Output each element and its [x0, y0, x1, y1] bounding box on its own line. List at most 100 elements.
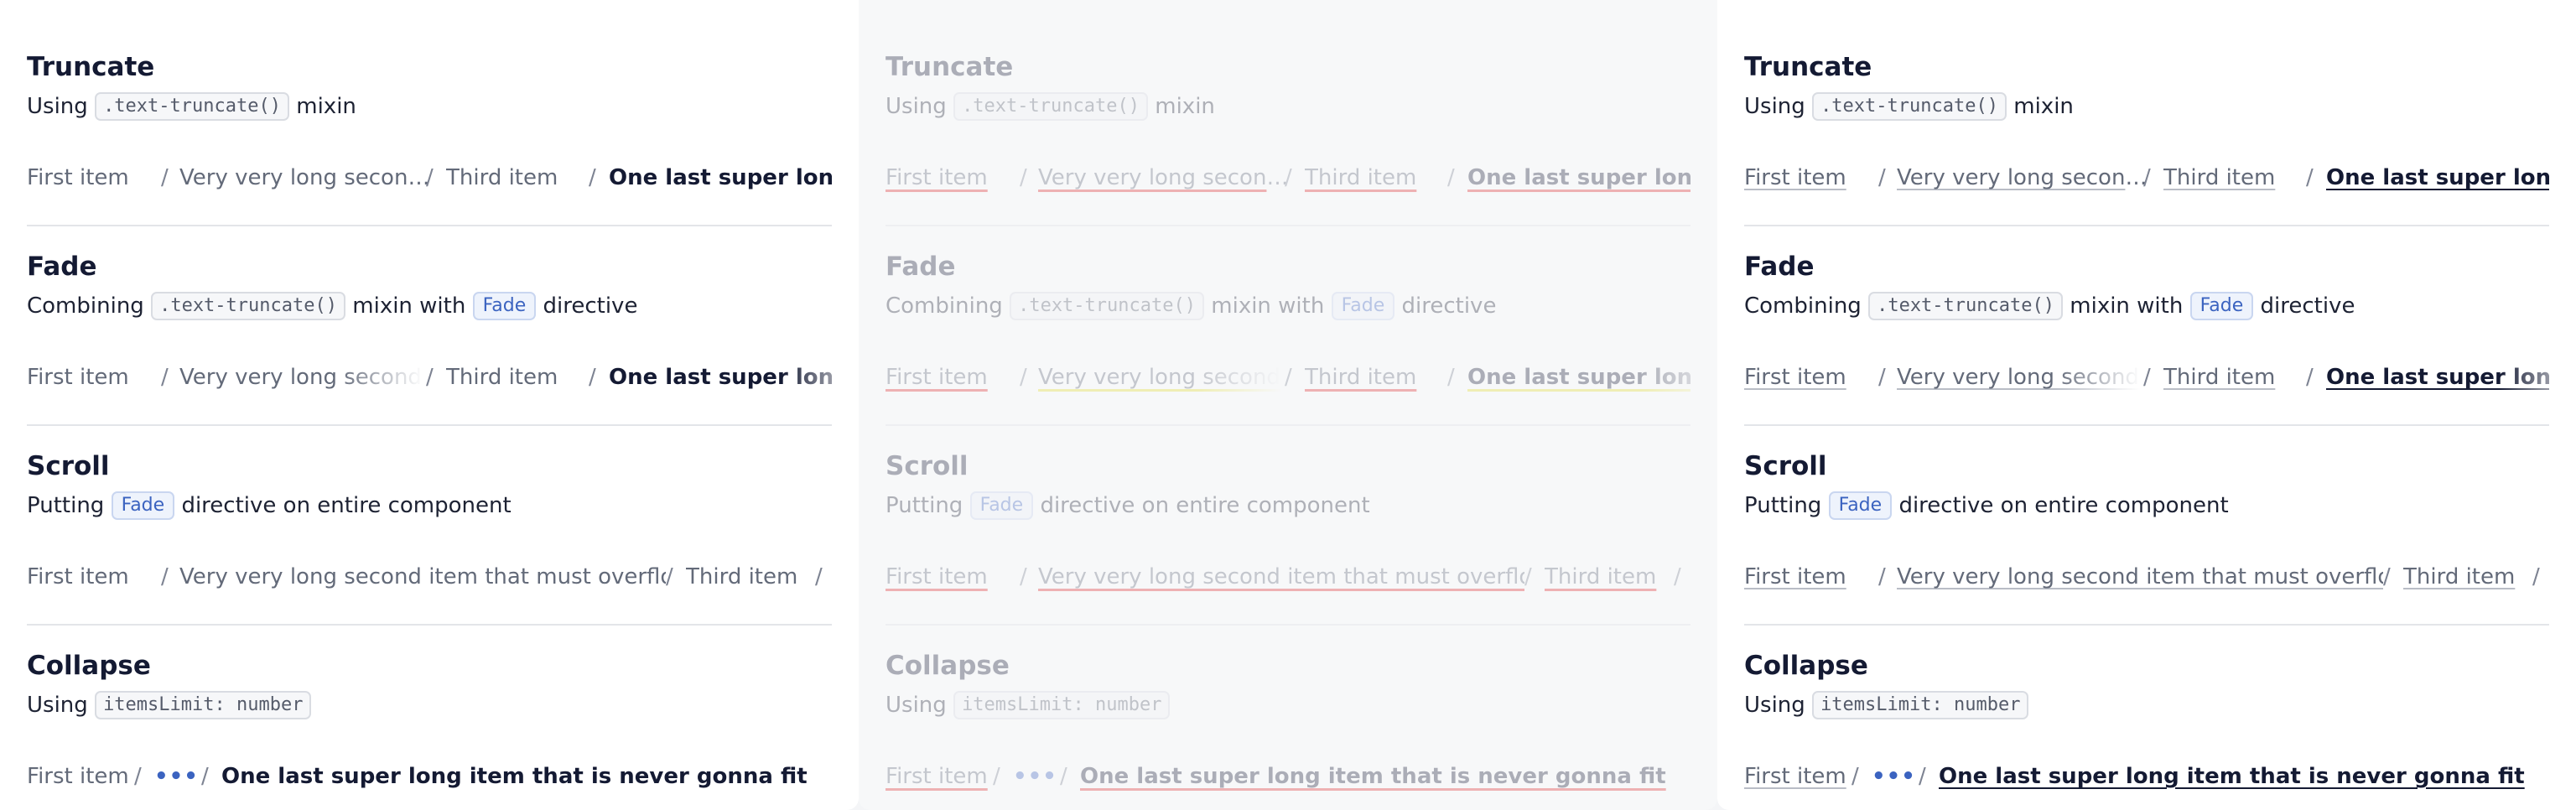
divider [1744, 225, 2549, 226]
breadcrumb-separator: / [2306, 165, 2314, 190]
breadcrumb-item-current[interactable]: One last super long item that is never g… [1467, 161, 1690, 195]
breadcrumb-separator: / [2383, 564, 2391, 589]
breadcrumb: First item /Very very long second item th… [1744, 560, 2549, 594]
breadcrumb-item-current[interactable]: One last super long item that is never g… [2326, 361, 2549, 394]
subtitle-text: Using [1744, 693, 1805, 718]
breadcrumb-separator: / [1285, 365, 1292, 390]
breadcrumb: First item / Very very long second item th… [27, 560, 832, 594]
breadcrumb-separator: / [2143, 165, 2151, 190]
section-title: Fade [886, 252, 956, 282]
section-truncate: Truncate Using .text-truncate() mixin Firs… [27, 52, 832, 211]
subtitle-text: directive on entire component [1898, 493, 2229, 518]
breadcrumb-item[interactable]: First item [27, 560, 153, 594]
section-title: Truncate [886, 52, 1014, 82]
breadcrumb-item[interactable]: First item [886, 560, 1011, 594]
breadcrumb-item[interactable]: Third item [2163, 161, 2298, 195]
section-title: Scroll [1744, 451, 1827, 481]
section-title: Truncate [1744, 52, 1872, 82]
breadcrumb: First item/Very very long second item th… [1744, 161, 2549, 195]
breadcrumb-item-current[interactable]: One last super long item that is never g… [2326, 161, 2549, 195]
more-horizontal-icon[interactable]: ••• [154, 760, 199, 793]
breadcrumb-item[interactable]: Very very long second item that must ove… [179, 560, 666, 594]
breadcrumb-item[interactable]: First item [1744, 161, 1870, 195]
panel-links: Truncate Using .text-truncate() mixin Firs… [1717, 0, 2576, 810]
section-subtitle: Using .text-truncate() mixin [1744, 92, 2074, 121]
breadcrumb-item[interactable]: Third item [1305, 161, 1439, 195]
breadcrumb-item[interactable]: Very very long second item that must ove… [179, 161, 439, 195]
breadcrumb-item[interactable]: Very very long second item that must ove… [1897, 560, 2383, 594]
breadcrumb-item-current[interactable]: One last super long item that is never g… [1939, 760, 2542, 793]
breadcrumb-separator: / [1878, 365, 1886, 390]
breadcrumb-item[interactable]: Third item [1545, 560, 1679, 594]
breadcrumb-item[interactable]: Third item [1305, 361, 1439, 394]
directive-chip: Fade [969, 491, 1034, 520]
section-truncate: Truncate Using .text-truncate() mixin Firs… [1744, 52, 2549, 211]
breadcrumb-separator: / [589, 165, 596, 190]
subtitle-text: mixin with [352, 293, 466, 319]
breadcrumb-item[interactable]: Third item [446, 161, 580, 195]
breadcrumb-separator: / [161, 564, 169, 589]
subtitle-text: directive [2260, 293, 2355, 319]
breadcrumb-separator: / [815, 564, 823, 589]
breadcrumb-item[interactable]: Very very long second item that must ove… [1038, 560, 1524, 594]
section-scroll: Scroll Putting Fade directive on entire c… [1744, 451, 2549, 610]
breadcrumb-item[interactable]: First item [1744, 560, 1870, 594]
subtitle-text: Combining [886, 293, 1003, 319]
breadcrumb-item[interactable]: First item [886, 161, 1011, 195]
breadcrumb-item-current[interactable]: One last super long item that is never g… [609, 161, 832, 195]
section-subtitle: Using .text-truncate() mixin [27, 92, 356, 121]
section-title: Truncate [27, 52, 155, 82]
breadcrumb: First item / ••• / One last super long item … [1744, 760, 2549, 793]
code-chip: itemsLimit: number [953, 691, 1171, 719]
breadcrumb-item-current[interactable]: One last super long item that is never g… [221, 760, 825, 793]
breadcrumb-item[interactable]: Very very long second item that must ove… [1038, 361, 1281, 394]
breadcrumb-item[interactable]: First item [886, 361, 1011, 394]
breadcrumb-separator: / [1878, 165, 1886, 190]
breadcrumb-item[interactable]: Third item [2403, 560, 2537, 594]
code-chip: .text-truncate() [1812, 92, 2007, 121]
breadcrumb-item-current[interactable]: One last super long item that is never g… [1080, 760, 1684, 793]
subtitle-text: mixin [1155, 94, 1215, 119]
breadcrumb-item[interactable]: Third item [686, 560, 820, 594]
code-chip: .text-truncate() [95, 92, 289, 121]
section-scroll: Scroll Putting Fade directive on entire c… [27, 451, 832, 610]
more-horizontal-icon[interactable]: ••• [1013, 760, 1057, 793]
breadcrumb-item[interactable]: Third item [2163, 361, 2298, 394]
breadcrumb-item[interactable]: Very very long second item that must ove… [1897, 361, 2140, 394]
subtitle-text: Using [27, 693, 88, 718]
breadcrumb-separator: / [426, 165, 434, 190]
more-horizontal-icon[interactable]: ••• [1872, 760, 1916, 793]
more-items-button[interactable]: ••• [1872, 760, 1922, 793]
breadcrumb-separator: / [1060, 764, 1067, 789]
breadcrumb-item-current[interactable]: One last super long item that is never g… [609, 361, 832, 394]
subtitle-text: Using [886, 693, 947, 718]
breadcrumb-separator: / [1674, 564, 1681, 589]
subtitle-text: mixin with [1211, 293, 1325, 319]
breadcrumb-item[interactable]: Very very long second item that must ove… [1038, 161, 1298, 195]
breadcrumb-item[interactable]: Very very long second item that must ove… [179, 361, 423, 394]
breadcrumb-separator: / [1852, 764, 1859, 789]
breadcrumb-item[interactable]: First item [1744, 361, 1870, 394]
breadcrumb: First item/Very very long second item th… [27, 161, 832, 195]
directive-chip: Fade [2189, 292, 2254, 320]
subtitle-text: Putting [886, 493, 963, 518]
breadcrumb-item[interactable]: Very very long second item that must ove… [1897, 161, 2157, 195]
section-subtitle: Using .text-truncate() mixin [886, 92, 1215, 121]
breadcrumb-item[interactable]: First item [27, 361, 153, 394]
more-items-button[interactable]: ••• [154, 760, 205, 793]
breadcrumb-separator: / [426, 365, 434, 390]
section-fade: Fade Combining .text-truncate() mixin wit… [886, 252, 1690, 411]
more-items-button[interactable]: ••• [1013, 760, 1063, 793]
subtitle-text: mixin with [2070, 293, 2184, 319]
subtitle-text: Combining [27, 293, 144, 319]
code-chip: .text-truncate() [1010, 292, 1204, 320]
breadcrumb-item[interactable]: Third item [446, 361, 580, 394]
breadcrumb-item-current[interactable]: One last super long item that is never g… [1467, 361, 1690, 394]
code-chip: .text-truncate() [151, 292, 345, 320]
breadcrumb-item[interactable]: First item [27, 161, 153, 195]
code-chip: .text-truncate() [953, 92, 1148, 121]
subtitle-text: Putting [27, 493, 105, 518]
section-title: Scroll [27, 451, 110, 481]
breadcrumb-separator: / [1020, 165, 1027, 190]
breadcrumb: First item / ••• / One last super long item … [886, 760, 1690, 793]
